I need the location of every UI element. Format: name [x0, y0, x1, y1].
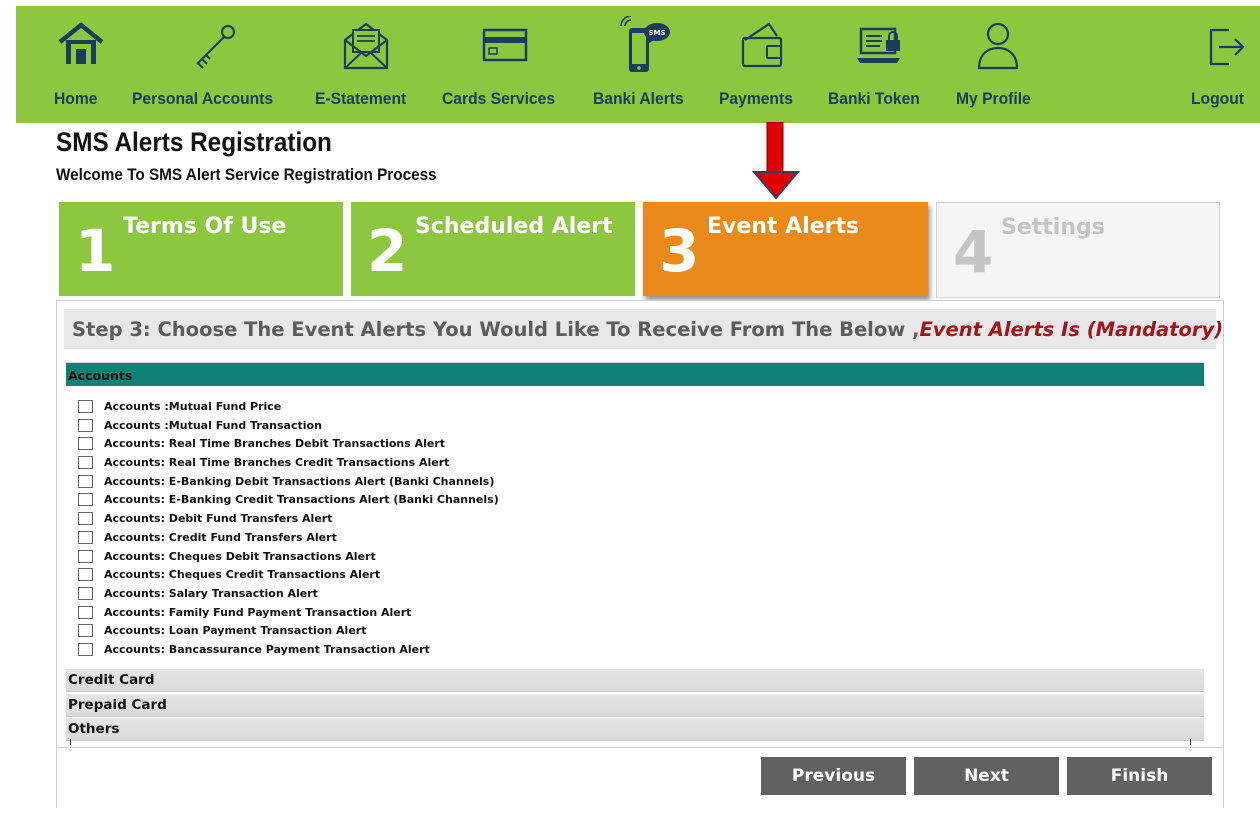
alert-label: Accounts: Credit Fund Transfers Alert [104, 530, 337, 544]
envelope-icon [343, 22, 389, 70]
alert-checkbox[interactable] [78, 437, 93, 451]
alert-label: Accounts :Mutual Fund Transaction [104, 418, 322, 432]
step-scheduled-alert[interactable]: 2 Scheduled Alert [351, 202, 635, 296]
alert-checkbox[interactable] [78, 493, 93, 507]
alert-checkbox[interactable] [78, 549, 93, 563]
credit-card-icon [482, 28, 528, 62]
divider [1190, 739, 1191, 745]
prepaid-card-section-header[interactable]: Prepaid Card [66, 694, 1204, 717]
step-number: 2 [367, 217, 408, 285]
home-icon [58, 22, 104, 64]
alert-checkbox[interactable] [78, 530, 93, 544]
logout-icon [1209, 28, 1245, 66]
page-title: SMS Alerts Registration [56, 127, 332, 157]
alert-label: Accounts: Real Time Branches Credit Tran… [104, 456, 450, 470]
sms-phone-icon: SMS [620, 16, 670, 72]
alert-label: Accounts: Cheques Debit Transactions Ale… [104, 549, 376, 563]
others-section-header[interactable]: Others [66, 718, 1204, 741]
nav-payments-label: Payments [719, 89, 793, 108]
nav-e-statement-label: E-Statement [315, 89, 407, 108]
alert-checkbox[interactable] [78, 456, 93, 470]
nav-my-profile-label: My Profile [956, 89, 1031, 108]
nav-banki-alerts-label: Banki Alerts [593, 89, 684, 108]
credit-card-section-title: Credit Card [68, 672, 155, 688]
wallet-icon [741, 22, 783, 68]
step-instruction-main: Step 3: Choose The Event Alerts You Woul… [72, 318, 920, 341]
alert-checkbox[interactable] [78, 400, 93, 413]
step-label: Event Alerts [707, 214, 860, 239]
step-label: Terms Of Use [123, 214, 287, 239]
alert-checkbox[interactable] [78, 418, 93, 432]
nav-banki-token[interactable]: Banki Token [828, 6, 938, 123]
nav-home[interactable]: Home [54, 6, 114, 123]
nav-e-statement[interactable]: E-Statement [315, 6, 425, 123]
step-number: 1 [75, 217, 116, 285]
nav-personal-accounts[interactable]: Personal Accounts [132, 6, 292, 123]
next-button[interactable]: Next [914, 757, 1059, 795]
alert-checkbox[interactable] [78, 624, 93, 638]
alert-label: Accounts: E-Banking Credit Transactions … [104, 493, 499, 507]
divider [70, 739, 71, 745]
step-settings: 4 Settings [936, 202, 1220, 298]
alert-label: Accounts: Bancassurance Payment Transact… [104, 642, 430, 656]
alert-label: Accounts: Loan Payment Transaction Alert [104, 624, 367, 638]
nav-logout[interactable]: Logout [1191, 6, 1253, 123]
alert-checkbox[interactable] [78, 474, 93, 488]
key-icon [196, 25, 235, 69]
alert-checkbox[interactable] [78, 568, 93, 582]
credit-card-section-header[interactable]: Credit Card [66, 669, 1204, 692]
svg-text:SMS: SMS [648, 29, 665, 37]
alert-label: Accounts: E-Banking Debit Transactions A… [104, 474, 495, 488]
nav-banki-alerts[interactable]: SMS Banki Alerts [593, 6, 703, 123]
nav-personal-accounts-label: Personal Accounts [132, 89, 274, 108]
page-subtitle: Welcome To SMS Alert Service Registratio… [56, 165, 437, 184]
prepaid-card-section-title: Prepaid Card [68, 697, 167, 713]
mandatory-note: Event Alerts Is (Mandatory) [919, 318, 1224, 341]
top-navigation: Home Personal Accounts E-Statement Cards… [16, 6, 1260, 123]
user-profile-icon [977, 22, 1019, 70]
alert-label: Accounts: Salary Transaction Alert [104, 586, 318, 600]
nav-cards-services-label: Cards Services [442, 89, 556, 108]
nav-banki-token-label: Banki Token [828, 89, 920, 108]
alert-checkbox[interactable] [78, 586, 93, 600]
nav-home-label: Home [54, 89, 98, 108]
event-alerts-panel: Step 3: Choose The Event Alerts You Woul… [56, 300, 1224, 808]
nav-logout-label: Logout [1191, 89, 1244, 108]
red-arrow-icon [752, 122, 800, 200]
alert-label: Accounts: Family Fund Payment Transactio… [104, 605, 412, 619]
step-event-alerts[interactable]: 3 Event Alerts [643, 202, 928, 296]
alert-label: Accounts: Cheques Credit Transactions Al… [104, 568, 381, 582]
step-label: Scheduled Alert [415, 214, 613, 239]
previous-button[interactable]: Previous [761, 757, 906, 795]
wizard-button-bar: Previous Next Finish [57, 747, 1223, 808]
step-instruction-text: Step 3: Choose The Event Alerts You Woul… [72, 318, 1223, 341]
step-number: 4 [953, 218, 994, 286]
finish-button[interactable]: Finish [1067, 757, 1212, 795]
nav-payments[interactable]: Payments [719, 6, 814, 123]
alert-label: Accounts :Mutual Fund Price [104, 400, 282, 413]
step-number: 3 [659, 217, 700, 285]
accounts-section-title: Accounts [68, 368, 133, 383]
step-instruction-header: Step 3: Choose The Event Alerts You Woul… [64, 309, 1223, 349]
others-section-title: Others [68, 721, 120, 737]
alert-checkbox[interactable] [78, 512, 93, 526]
alert-label: Accounts: Real Time Branches Debit Trans… [104, 437, 446, 451]
laptop-lock-icon [857, 27, 900, 63]
alert-checkbox[interactable] [78, 605, 93, 619]
step-label: Settings [1001, 215, 1105, 240]
alert-label: Accounts: Debit Fund Transfers Alert [104, 512, 333, 526]
nav-cards-services[interactable]: Cards Services [442, 6, 572, 123]
step-terms-of-use[interactable]: 1 Terms Of Use [59, 202, 343, 296]
alert-checkbox[interactable] [78, 642, 93, 656]
accounts-section-header[interactable]: Accounts [66, 362, 1204, 386]
nav-my-profile[interactable]: My Profile [956, 6, 1046, 123]
